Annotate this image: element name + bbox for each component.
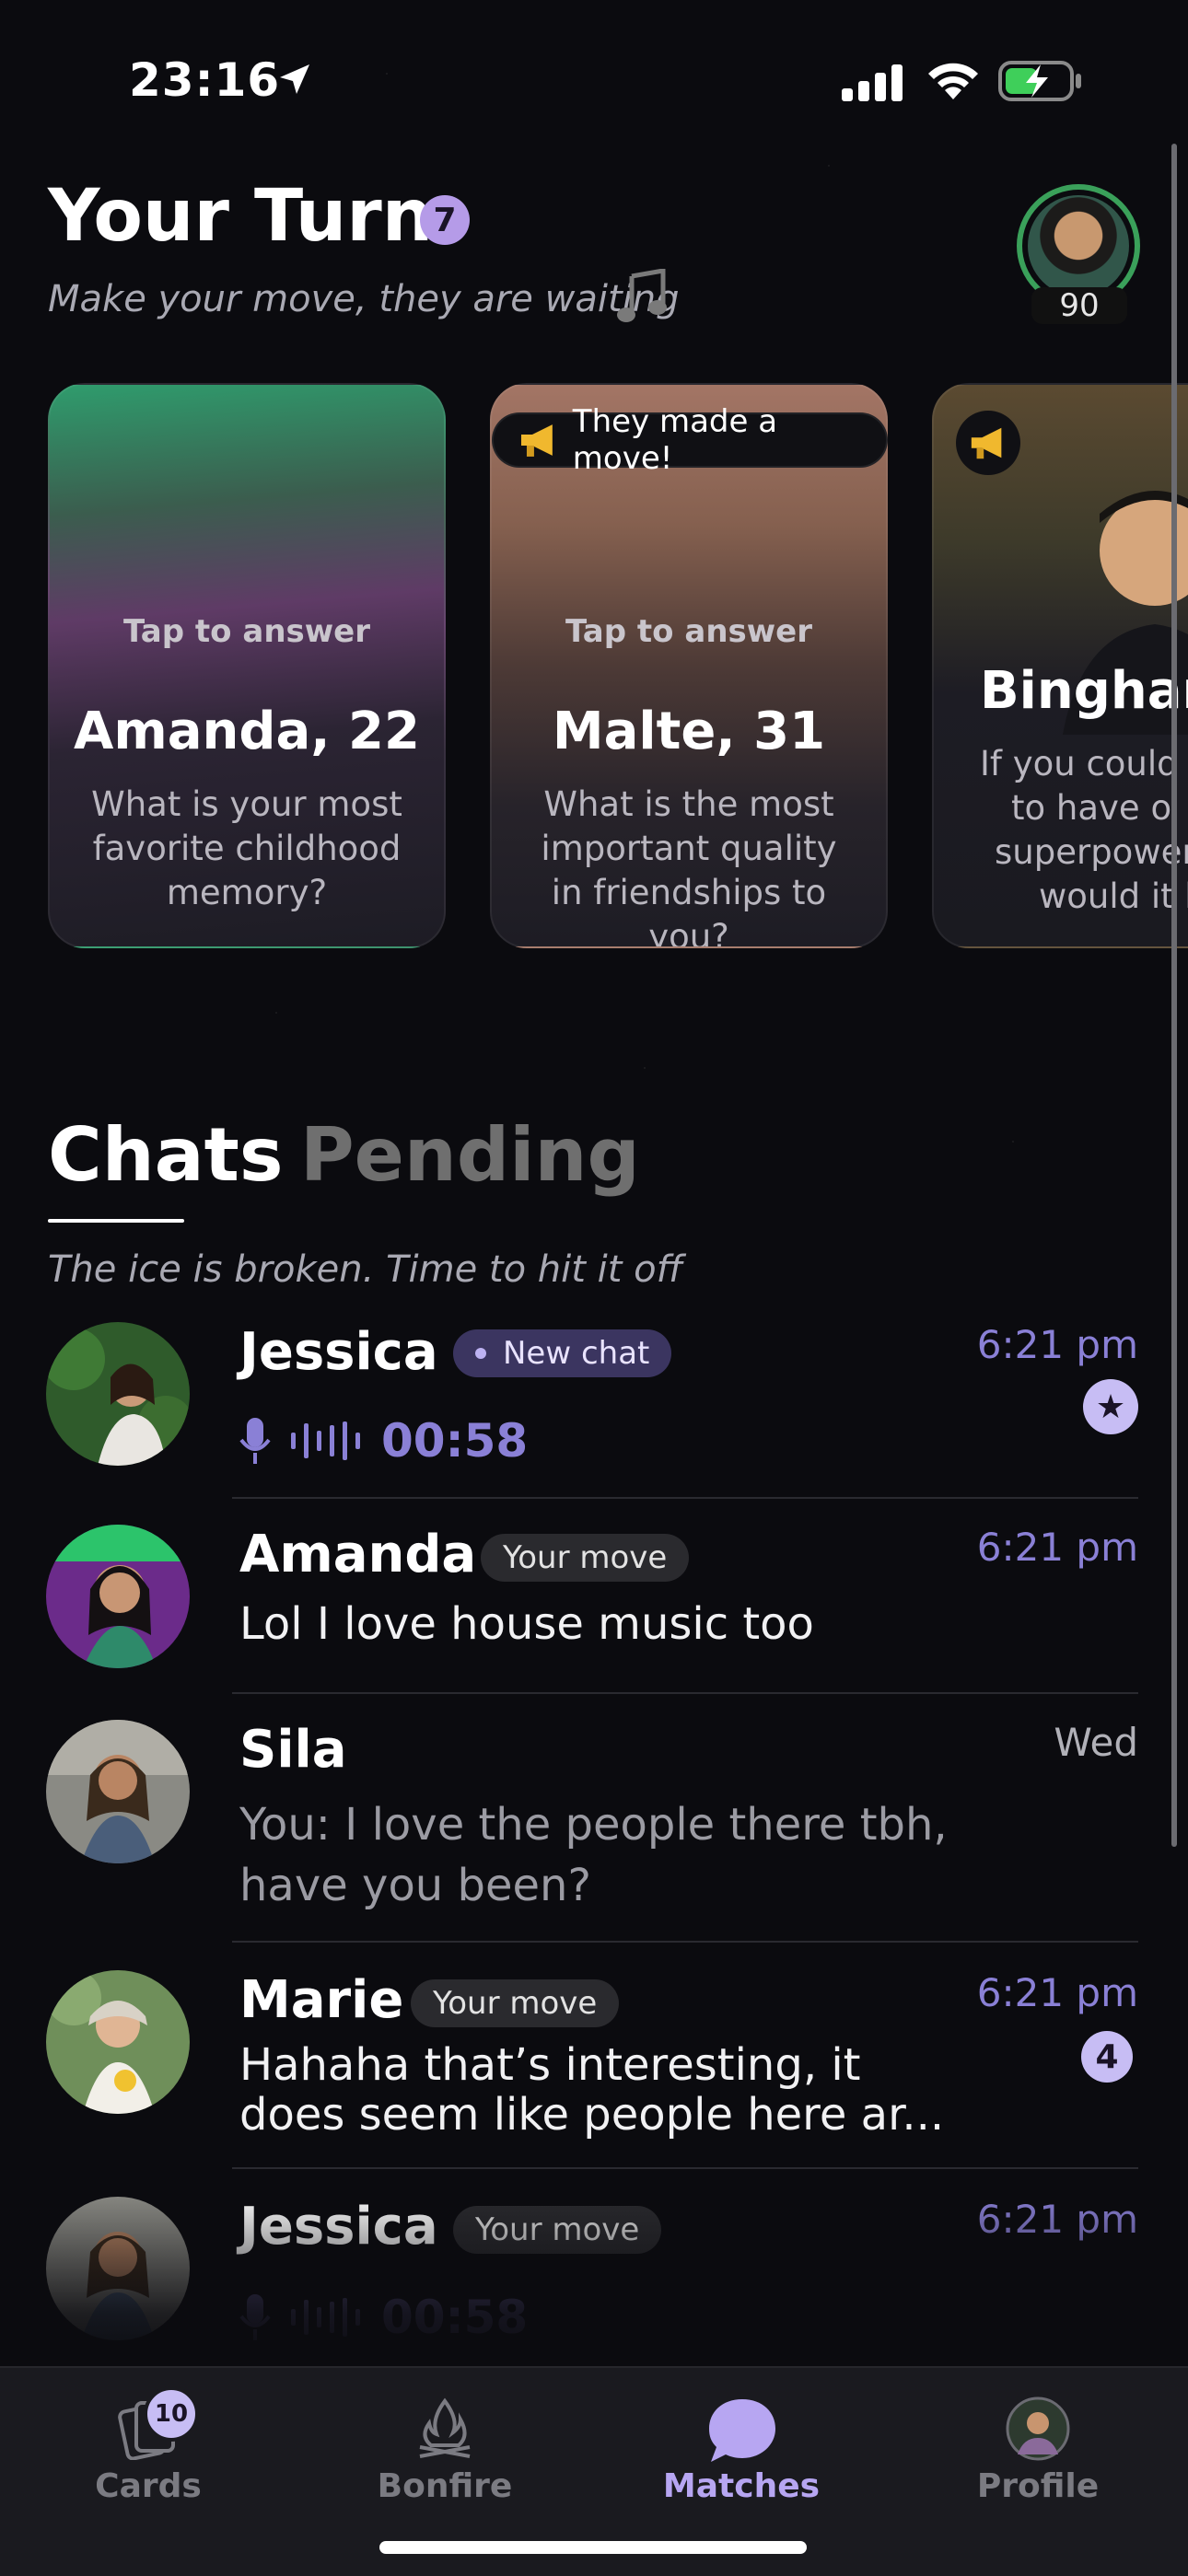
scrollbar[interactable] — [1171, 144, 1177, 1847]
wifi-icon — [928, 63, 978, 99]
card-name: Malte, 31 — [552, 702, 826, 761]
chat-time: 6:21 pm — [976, 1322, 1138, 1367]
status-time: 23:16 — [129, 53, 281, 107]
nav-cards[interactable]: 10 Cards — [0, 2368, 297, 2552]
card-question: If you could c to have o superpower, wou… — [980, 744, 1188, 916]
chat-time: 6:21 pm — [976, 1970, 1138, 2015]
location-arrow-icon — [280, 64, 309, 94]
chat-name: Marie — [239, 1970, 404, 2030]
megaphone-icon — [520, 424, 553, 457]
nav-profile[interactable]: Profile — [890, 2368, 1186, 2552]
cellular-signal-icon — [842, 64, 903, 101]
chat-row-marie[interactable]: Marie Your move 6:21 pm 4 Hahaha that’s … — [0, 1970, 1188, 2164]
your-move-badge: Your move — [453, 2206, 662, 2254]
microphone-icon — [239, 2294, 271, 2340]
divider — [232, 1692, 1138, 1694]
voice-message-preview[interactable]: 00:58 — [239, 2291, 528, 2344]
chat-name: Jessica — [239, 2197, 438, 2257]
home-indicator[interactable] — [379, 2541, 807, 2554]
star-icon: ★ — [1083, 1379, 1138, 1434]
avatar — [46, 2197, 190, 2340]
profile-score: 90 — [1031, 287, 1127, 324]
nav-bonfire[interactable]: Bonfire — [297, 2368, 593, 2552]
voice-message-preview[interactable]: 00:58 — [239, 1414, 528, 1468]
nav-label: Profile — [976, 2467, 1100, 2505]
chat-row-jessica[interactable]: Jessica New chat 6:21 pm ★ 00:58 — [0, 1322, 1188, 1493]
nav-matches[interactable]: Matches — [593, 2368, 890, 2552]
chats-subtitle: The ice is broken. Time to hit it off — [48, 1248, 683, 1291]
tab-pending[interactable]: Pending — [300, 1112, 640, 1198]
chat-last-message: Lol I love house music too — [239, 1598, 814, 1650]
made-a-move-badge: They made a move! — [492, 403, 888, 477]
voice-duration: 00:58 — [381, 2291, 529, 2344]
waveform-icon — [291, 1421, 360, 1460]
megaphone-badge — [956, 411, 1020, 475]
chat-time: 6:21 pm — [976, 2197, 1138, 2242]
tap-to-answer-label: Tap to answer — [565, 613, 812, 650]
chat-last-message: You: I love the people there tbh, have y… — [239, 1799, 948, 1911]
tap-to-answer-label: Tap to answer — [123, 613, 370, 650]
page-title: Your Turn — [48, 175, 434, 258]
active-tab-indicator — [48, 1219, 184, 1223]
page-subtitle: Make your move, they are waiting — [48, 278, 680, 320]
chat-name: Sila — [239, 1720, 347, 1780]
your-move-badge: Your move — [411, 1979, 620, 2027]
chat-name: Amanda — [239, 1525, 477, 1584]
nav-label: Bonfire — [377, 2467, 513, 2505]
chat-bubble-icon — [709, 2399, 775, 2462]
chat-row-amanda[interactable]: Amanda Your move 6:21 pm Lol I love hous… — [0, 1525, 1188, 1681]
nav-label: Matches — [662, 2467, 821, 2505]
avatar — [46, 1322, 190, 1466]
avatar — [46, 1525, 190, 1668]
status-bar: 23:16 — [0, 48, 1188, 112]
turn-count-badge: 7 — [420, 195, 470, 245]
profile-avatar-icon — [1006, 2396, 1070, 2461]
card-name: Amanda, 22 — [74, 702, 420, 761]
dot-icon — [475, 1348, 486, 1359]
avatar — [46, 1720, 190, 1863]
bonfire-icon — [419, 2397, 471, 2458]
divider — [232, 1941, 1138, 1943]
nav-label: Cards — [95, 2467, 202, 2505]
chat-name: Jessica — [239, 1322, 438, 1382]
music-note-icon — [617, 269, 667, 322]
question-card-amanda[interactable]: Tap to answer Amanda, 22 What is your mo… — [48, 383, 446, 948]
new-chat-badge: New chat — [453, 1329, 672, 1377]
tab-chats[interactable]: Chats — [48, 1112, 284, 1198]
microphone-icon — [239, 1418, 271, 1464]
megaphone-icon — [971, 427, 1002, 459]
avatar — [46, 1970, 190, 2114]
card-question: What is your most favorite childhood mem… — [91, 784, 402, 912]
chat-last-message: Hahaha that’s interesting, it does seem … — [239, 2039, 945, 2141]
chat-time: 6:21 pm — [976, 1525, 1138, 1570]
voice-duration: 00:58 — [381, 1414, 529, 1468]
card-name: Binghan — [980, 661, 1188, 721]
card-question: What is the most important quality in fr… — [541, 784, 837, 948]
cards-count-badge: 10 — [144, 2386, 199, 2442]
waveform-icon — [291, 2298, 360, 2337]
chat-row-sila[interactable]: Sila Wed You: I love the people there tb… — [0, 1720, 1188, 1913]
your-move-badge: Your move — [481, 1534, 690, 1582]
chat-row-jessica-2[interactable]: Jessica Your move 6:21 pm 00:58 — [0, 2197, 1188, 2362]
divider — [232, 1497, 1138, 1499]
made-a-move-text: They made a move! — [572, 403, 778, 477]
chat-time: Wed — [1054, 1720, 1138, 1765]
battery-charging-icon — [998, 61, 1081, 101]
divider — [232, 2167, 1138, 2169]
profile-avatar[interactable] — [1028, 195, 1129, 296]
unread-count-badge: 4 — [1081, 2031, 1133, 2083]
